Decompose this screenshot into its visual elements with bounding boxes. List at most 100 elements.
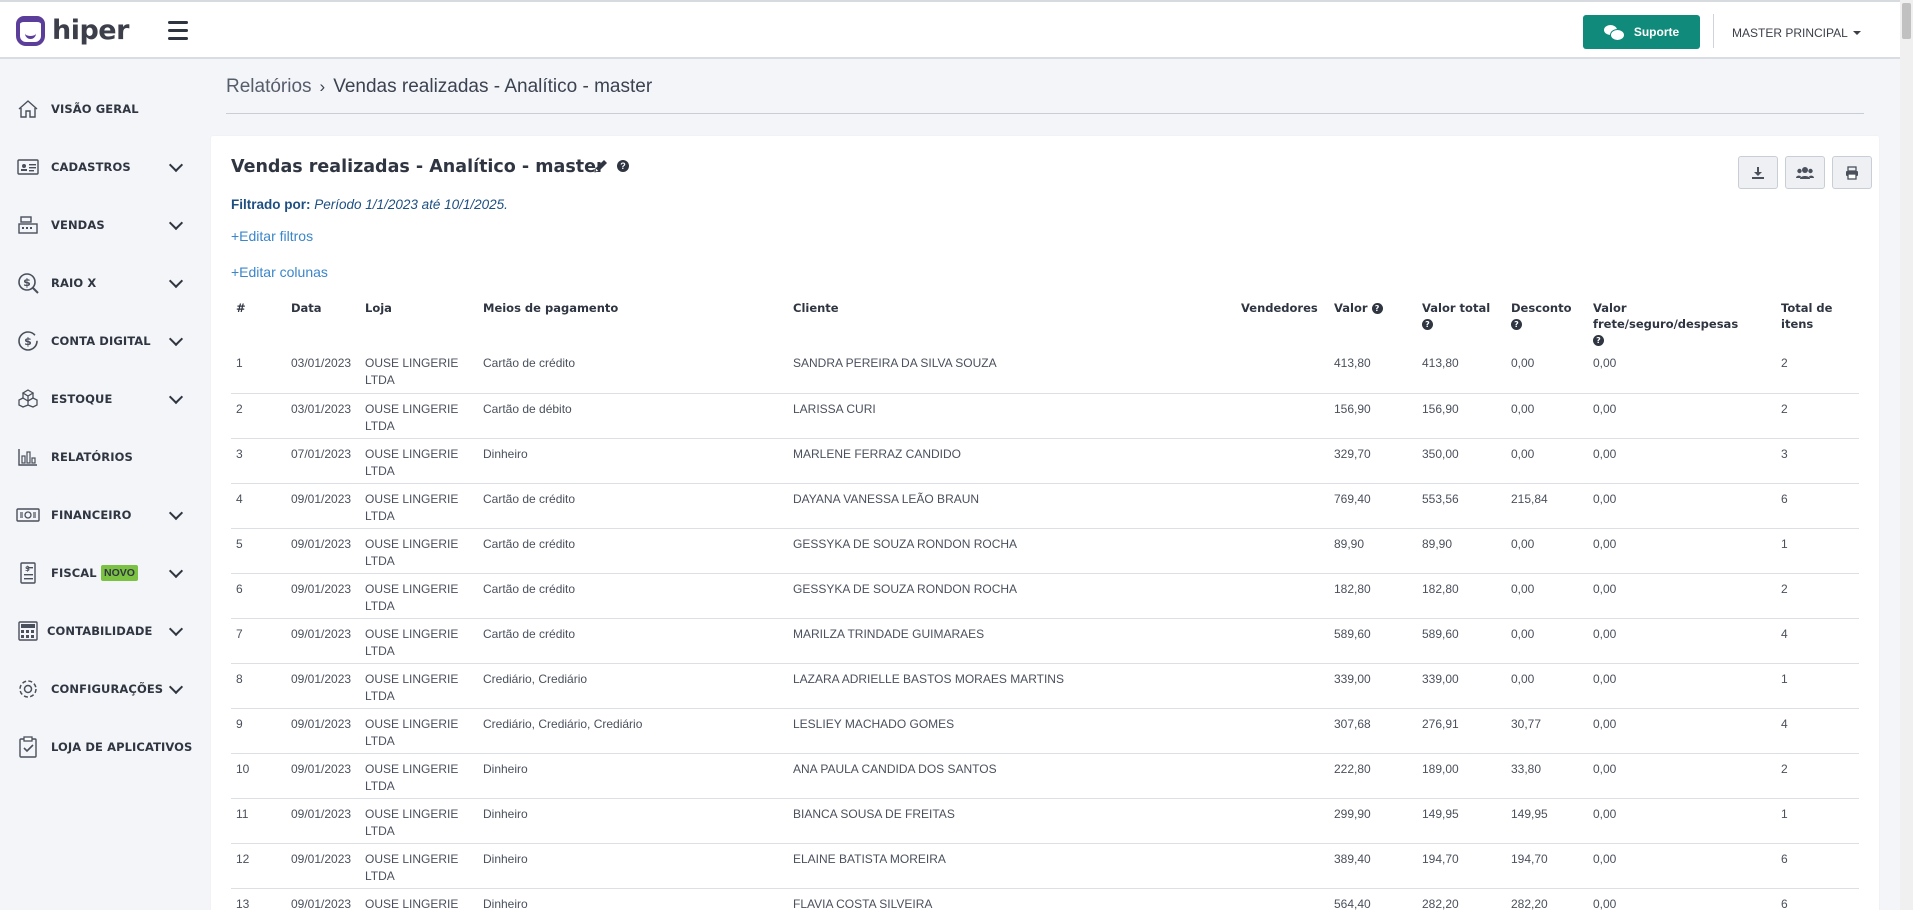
column-header[interactable]: Cliente: [788, 296, 1236, 348]
column-header[interactable]: Vendedores: [1236, 296, 1329, 348]
sidebar-item-cadastros[interactable]: CADASTROS: [0, 147, 196, 187]
table-cell: 09/01/2023: [286, 797, 360, 843]
sidebar-item-financeiro[interactable]: FINANCEIRO: [0, 495, 196, 535]
group-button[interactable]: [1785, 156, 1825, 189]
table-cell: 0,00: [1588, 797, 1776, 843]
question-icon[interactable]: ?: [1511, 319, 1522, 330]
support-button[interactable]: Suporte: [1583, 15, 1700, 49]
table-cell: GESSYKA DE SOUZA RONDON ROCHA: [788, 527, 1236, 573]
table-row[interactable]: 2 03/01/2023 OUSE LINGERIE LTDA Cartão de d…: [231, 392, 1859, 438]
table-cell: 0,00: [1588, 482, 1776, 528]
sidebar-item-label: VENDAS: [51, 218, 105, 232]
table-cell: 09/01/2023: [286, 842, 360, 888]
chevron-down-icon[interactable]: [168, 215, 184, 230]
sidebar-item-raio-x[interactable]: $ RAIO X: [0, 263, 196, 303]
table-cell: 413,80: [1334, 356, 1371, 370]
table-cell: 339,00: [1329, 662, 1417, 708]
table-cell: 3: [1776, 437, 1859, 483]
question-icon[interactable]: ?: [1422, 319, 1433, 330]
sidebar-item-fiscal[interactable]: $ FISCAL NOVO: [0, 553, 196, 593]
svg-text:$: $: [24, 335, 32, 348]
sidebar-item-vendas[interactable]: VENDAS: [0, 205, 196, 245]
chevron-down-icon[interactable]: [168, 389, 184, 404]
table-cell: 589,60: [1417, 617, 1506, 663]
table-cell: 0,00: [1588, 887, 1776, 910]
table-row[interactable]: 3 07/01/2023 OUSE LINGERIE LTDA Dinheiro MAR…: [231, 437, 1859, 483]
chevron-down-icon[interactable]: [168, 679, 184, 694]
column-header[interactable]: Loja: [360, 296, 478, 348]
sidebar-item-estoque[interactable]: ESTOQUE: [0, 379, 196, 419]
table-row[interactable]: 4 09/01/2023 OUSE LINGERIE LTDA Cartão de c…: [231, 482, 1859, 528]
table-cell: 182,80: [1417, 572, 1506, 618]
boxes-icon: [16, 387, 40, 411]
table-row[interactable]: 5 09/01/2023 OUSE LINGERIE LTDA Cartão de c…: [231, 527, 1859, 573]
column-header-label: Desconto: [1511, 301, 1572, 315]
edit-filters-link[interactable]: +Editar filtros: [231, 228, 313, 244]
table-cell: 07/01/2023: [286, 437, 360, 483]
sidebar-item-conta-digital[interactable]: $ CONTA DIGITAL: [0, 321, 196, 361]
table-row[interactable]: 10 09/01/2023 OUSE LINGERIE LTDA Dinheiro AN…: [231, 752, 1859, 798]
breadcrumb-root-link[interactable]: Relatórios: [226, 76, 312, 98]
table-cell: 09/01/2023: [286, 752, 360, 798]
column-header[interactable]: Data: [286, 296, 360, 348]
table-cell: 0,00: [1588, 617, 1776, 663]
chevron-down-icon[interactable]: [168, 563, 184, 578]
scrollbar-thumb[interactable]: [1902, 3, 1911, 39]
page-scrollbar[interactable]: [1900, 0, 1913, 910]
column-header[interactable]: #: [231, 296, 286, 348]
table-cell: MARILZA TRINDADE GUIMARAES: [788, 617, 1236, 663]
edit-columns-link[interactable]: +Editar colunas: [231, 264, 328, 280]
menu-toggle-icon[interactable]: [168, 21, 188, 40]
sidebar-item-relatorios[interactable]: RELATÓRIOS: [0, 437, 196, 477]
sidebar-item-configuracoes[interactable]: CONFIGURAÇÕES: [0, 669, 196, 709]
column-header[interactable]: Valor ?: [1329, 296, 1417, 348]
chevron-down-icon[interactable]: [168, 273, 184, 288]
question-icon[interactable]: ?: [617, 160, 629, 172]
pencil-icon[interactable]: [592, 157, 610, 175]
table-row[interactable]: 11 09/01/2023 OUSE LINGERIE LTDA Dinheiro BI…: [231, 797, 1859, 843]
column-header[interactable]: Total de itens: [1776, 296, 1859, 348]
sidebar-item-loja-de-aplicativos[interactable]: LOJA DE APLICATIVOS: [0, 727, 196, 767]
logo[interactable]: hiper: [16, 15, 129, 46]
column-header[interactable]: Desconto?: [1506, 296, 1588, 348]
table-row[interactable]: 6 09/01/2023 OUSE LINGERIE LTDA Cartão de c…: [231, 572, 1859, 618]
table-cell: 6: [1776, 842, 1859, 888]
table-cell: 215,84: [1506, 482, 1588, 528]
column-header[interactable]: Meios de pagamento: [478, 296, 788, 348]
chevron-down-icon[interactable]: [168, 505, 184, 520]
chevron-down-icon[interactable]: [168, 157, 184, 172]
table-cell: 276,91: [1417, 707, 1506, 753]
table-cell: 2: [1776, 392, 1859, 438]
table-cell: 6: [231, 572, 286, 618]
sidebar-item-contabilidade[interactable]: CONTABILIDADE: [0, 611, 196, 651]
download-button[interactable]: [1738, 156, 1778, 189]
table-row[interactable]: 1309/01/2023OUSE LINGERIE LTDADinheiroFL…: [231, 887, 1859, 910]
sidebar-item-label: CADASTROS: [51, 160, 131, 174]
table-cell: 1: [236, 356, 243, 370]
table-row[interactable]: 7 09/01/2023 OUSE LINGERIE LTDA Cartão de c…: [231, 617, 1859, 663]
question-icon[interactable]: ?: [1371, 303, 1383, 314]
column-header-label: Valor frete/seguro/despesas: [1593, 301, 1739, 331]
table-cell: [1236, 437, 1329, 483]
table-row[interactable]: 8 09/01/2023 OUSE LINGERIE LTDA Crediário, …: [231, 662, 1859, 708]
table-cell: 0,00: [1588, 707, 1776, 753]
table-cell: OUSE LINGERIE LTDA: [360, 662, 478, 708]
user-menu[interactable]: MASTER PRINCIPAL: [1732, 26, 1861, 40]
print-button[interactable]: [1832, 156, 1872, 189]
chevron-down-icon[interactable]: [168, 331, 184, 346]
column-header[interactable]: Valor frete/seguro/despesas?: [1588, 296, 1776, 348]
table-cell: 6: [1776, 887, 1859, 910]
chevron-down-icon[interactable]: [168, 621, 184, 636]
table-row[interactable]: 1 03/01/2023 OUSE LINGERIE LTDA Cartão de c…: [231, 348, 1859, 393]
column-header[interactable]: Valor total?: [1417, 296, 1506, 348]
table-cell: 149,95: [1417, 797, 1506, 843]
sidebar-item-visao-geral[interactable]: VISÃO GERAL: [0, 89, 196, 129]
table-cell: 0,00: [1506, 572, 1588, 618]
table-cell: 09/01/2023: [286, 527, 360, 573]
report-card: Vendas realizadas - Analítico - master ?: [211, 136, 1879, 910]
question-icon[interactable]: ?: [1593, 335, 1604, 346]
table-cell: OUSE LINGERIE LTDA: [360, 572, 478, 618]
table-row[interactable]: 12 09/01/2023 OUSE LINGERIE LTDA Dinheiro EL…: [231, 842, 1859, 888]
table-cell: OUSE LINGERIE LTDA: [360, 752, 478, 798]
table-row[interactable]: 9 09/01/2023 OUSE LINGERIE LTDA Crediário, …: [231, 707, 1859, 753]
